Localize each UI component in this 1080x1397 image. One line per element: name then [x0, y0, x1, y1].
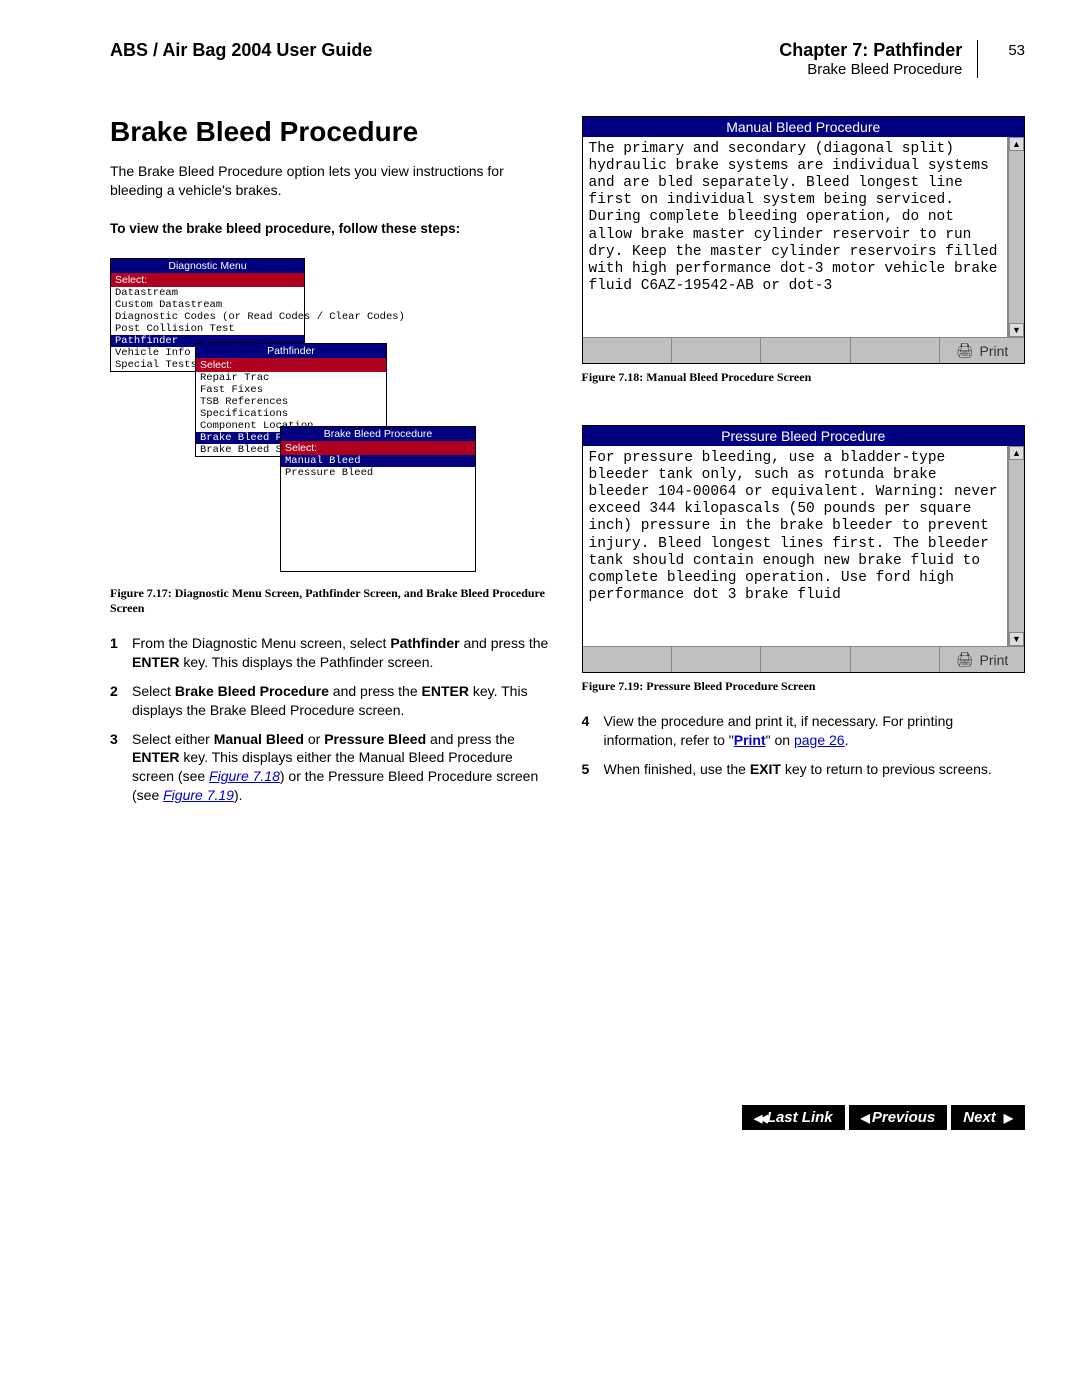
scroll-down-icon[interactable]: ▼ [1009, 632, 1024, 646]
figure-7-17: Diagnostic Menu Select: Datastream Custo… [110, 258, 476, 578]
scrollbar[interactable]: ▲ ▼ [1008, 137, 1024, 337]
last-link-button[interactable]: Last Link [742, 1105, 845, 1130]
panel-toolbar: 🖨 Print [583, 646, 1025, 672]
pressure-bleed-text: For pressure bleeding, use a bladder-typ… [583, 446, 1009, 646]
step-2: Select Brake Bleed Procedure and press t… [110, 682, 554, 720]
window-title: Diagnostic Menu [111, 259, 304, 273]
intro-paragraph: The Brake Bleed Procedure option lets yo… [110, 162, 554, 200]
panel-title: Manual Bleed Procedure [583, 117, 1025, 137]
menu-item[interactable]: Custom Datastream [111, 299, 304, 311]
printer-icon: 🖨 [956, 342, 974, 359]
step-5: When finished, use the EXIT key to retur… [582, 760, 1026, 779]
print-button[interactable]: 🖨 Print [940, 647, 1024, 672]
next-button[interactable]: Next [951, 1105, 1025, 1130]
manual-bleed-text: The primary and secondary (diagonal spli… [583, 137, 1009, 337]
print-label: Print [979, 343, 1008, 359]
figure-7-17-caption: Figure 7.17: Diagnostic Menu Screen, Pat… [110, 586, 554, 616]
menu-item[interactable]: Fast Fixes [196, 384, 386, 396]
step-1: From the Diagnostic Menu screen, select … [110, 634, 554, 672]
pressure-bleed-panel: Pressure Bleed Procedure For pressure bl… [582, 425, 1026, 673]
menu-item[interactable]: Diagnostic Codes (or Read Codes / Clear … [111, 311, 304, 323]
menu-item[interactable]: Repair Trac [196, 372, 386, 384]
scroll-down-icon[interactable]: ▼ [1009, 323, 1024, 337]
print-button[interactable]: 🖨 Print [940, 338, 1024, 363]
page-title: Brake Bleed Procedure [110, 116, 554, 148]
guide-title: ABS / Air Bag 2004 User Guide [110, 40, 759, 61]
window-title: Brake Bleed Procedure [281, 427, 475, 441]
panel-title: Pressure Bleed Procedure [583, 426, 1025, 446]
menu-item[interactable]: Post Collision Test [111, 323, 304, 335]
menu-item-pressure-bleed[interactable]: Pressure Bleed [281, 467, 475, 479]
scroll-up-icon[interactable]: ▲ [1009, 446, 1024, 460]
figure-7-19-caption: Figure 7.19: Pressure Bleed Procedure Sc… [582, 679, 1026, 694]
manual-bleed-panel: Manual Bleed Procedure The primary and s… [582, 116, 1026, 364]
brake-bleed-procedure-window: Brake Bleed Procedure Select: Manual Ble… [280, 426, 476, 572]
window-title: Pathfinder [196, 344, 386, 358]
menu-item[interactable]: Specifications [196, 408, 386, 420]
step-4: View the procedure and print it, if nece… [582, 712, 1026, 750]
page-number: 53 [998, 40, 1025, 59]
menu-item-manual-bleed[interactable]: Manual Bleed [281, 455, 475, 467]
printer-icon: 🖨 [956, 651, 974, 668]
steps-lead: To view the brake bleed procedure, follo… [110, 220, 554, 238]
print-label: Print [979, 652, 1008, 668]
scroll-up-icon[interactable]: ▲ [1009, 137, 1024, 151]
previous-button[interactable]: Previous [849, 1105, 948, 1130]
section-subtitle: Brake Bleed Procedure [779, 61, 962, 78]
page-26-link[interactable]: page 26 [794, 732, 845, 748]
select-bar: Select: [196, 358, 386, 372]
scrollbar[interactable]: ▲ ▼ [1008, 446, 1024, 646]
menu-item[interactable]: Datastream [111, 287, 304, 299]
page-header: ABS / Air Bag 2004 User Guide Chapter 7:… [110, 40, 1025, 78]
select-bar: Select: [281, 441, 475, 455]
print-link[interactable]: Print [734, 732, 766, 748]
figure-7-18-caption: Figure 7.18: Manual Bleed Procedure Scre… [582, 370, 1026, 385]
menu-item[interactable]: TSB References [196, 396, 386, 408]
chapter-block: Chapter 7: Pathfinder Brake Bleed Proced… [779, 40, 978, 78]
select-bar: Select: [111, 273, 304, 287]
figure-7-18-link[interactable]: Figure 7.18 [209, 768, 280, 784]
figure-7-19-link[interactable]: Figure 7.19 [163, 787, 234, 803]
chapter-title: Chapter 7: Pathfinder [779, 40, 962, 61]
step-3: Select either Manual Bleed or Pressure B… [110, 730, 554, 806]
bottom-nav: Last Link Previous Next [110, 1105, 1025, 1130]
panel-toolbar: 🖨 Print [583, 337, 1025, 363]
